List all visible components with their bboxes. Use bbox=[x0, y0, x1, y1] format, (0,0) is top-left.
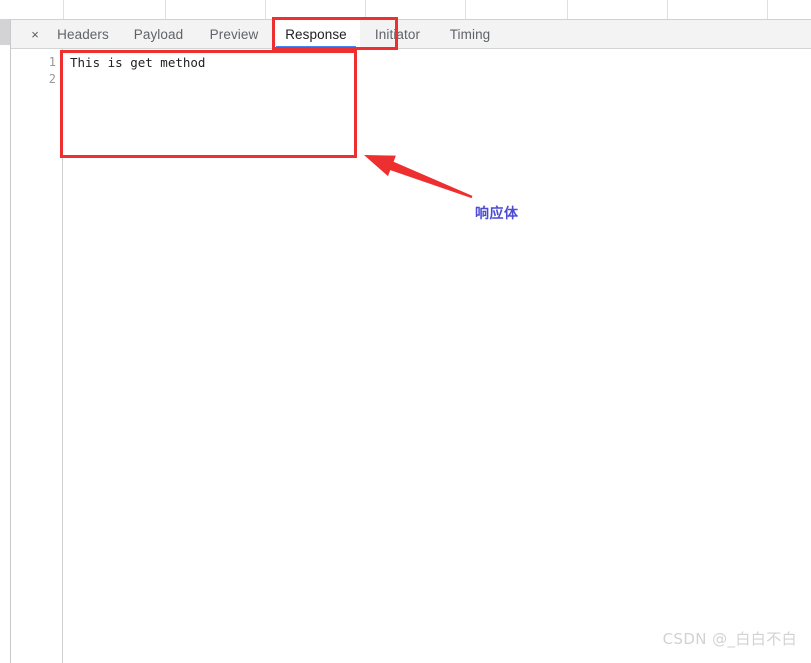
close-icon[interactable]: × bbox=[21, 20, 49, 48]
network-table-header-strip bbox=[0, 0, 811, 20]
vertical-scrollbar-thumb[interactable] bbox=[0, 19, 10, 45]
tab-payload[interactable]: Payload bbox=[122, 20, 195, 48]
code-line: This is get method bbox=[70, 55, 206, 70]
line-number: 2 bbox=[48, 72, 56, 86]
line-number-gutter: 12 bbox=[11, 49, 63, 663]
detail-tab-bar: × Headers Payload Preview Response Initiator… bbox=[11, 20, 811, 49]
tab-headers[interactable]: Headers bbox=[49, 20, 117, 48]
table-column-divider-0 bbox=[63, 0, 64, 19]
table-column-divider-5 bbox=[567, 0, 568, 19]
table-column-divider-2 bbox=[265, 0, 266, 19]
tab-response[interactable]: Response bbox=[272, 20, 360, 48]
response-body-pane: 12 This is get method bbox=[11, 49, 811, 663]
table-column-divider-4 bbox=[465, 0, 466, 19]
table-column-divider-7 bbox=[767, 0, 768, 19]
response-code-area[interactable]: This is get method bbox=[64, 49, 811, 663]
vertical-scrollbar-track[interactable] bbox=[0, 19, 10, 663]
left-rail bbox=[0, 19, 11, 663]
table-column-divider-3 bbox=[365, 0, 366, 19]
table-column-divider-1 bbox=[165, 0, 166, 19]
line-number: 1 bbox=[48, 55, 56, 69]
tab-preview[interactable]: Preview bbox=[198, 20, 270, 48]
table-column-divider-6 bbox=[667, 0, 668, 19]
tab-timing[interactable]: Timing bbox=[437, 20, 503, 48]
watermark: CSDN @_白白不白 bbox=[662, 630, 797, 648]
tab-initiator[interactable]: Initiator bbox=[361, 20, 434, 48]
